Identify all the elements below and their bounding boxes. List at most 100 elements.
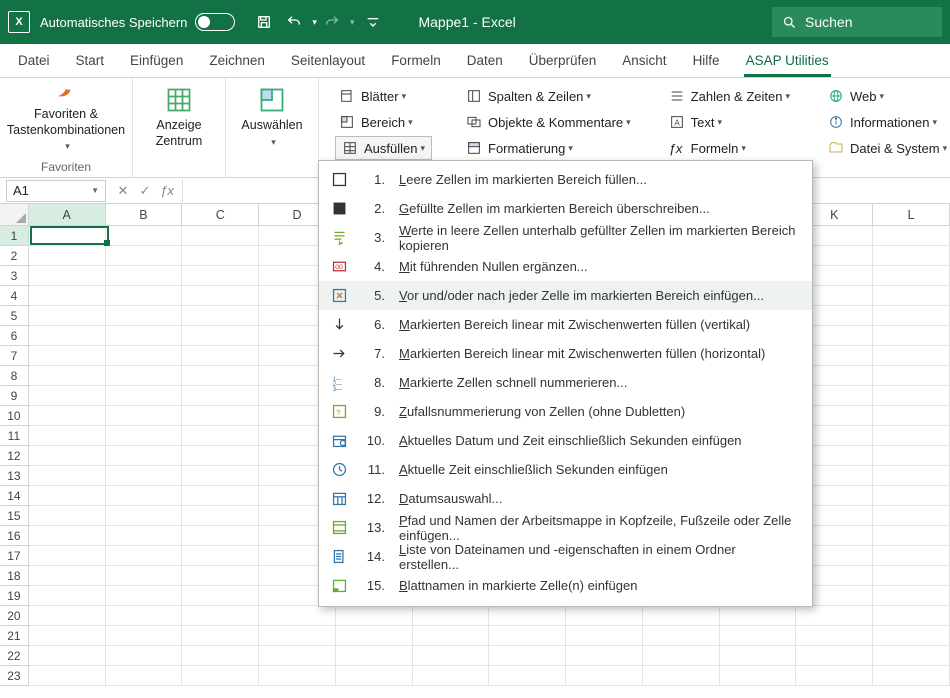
cell[interactable] bbox=[566, 606, 643, 626]
cell[interactable] bbox=[489, 626, 566, 646]
cell[interactable] bbox=[259, 606, 336, 626]
datei-system-button[interactable]: Datei & System▾ bbox=[824, 136, 950, 160]
cell[interactable] bbox=[29, 246, 106, 266]
menu-item-3[interactable]: 3.Werte in leere Zellen unterhalb gefüll… bbox=[319, 223, 812, 252]
tab-start[interactable]: Start bbox=[64, 45, 117, 77]
cell[interactable] bbox=[106, 466, 183, 486]
cell[interactable] bbox=[873, 646, 950, 666]
cell[interactable] bbox=[182, 526, 259, 546]
formeln-button[interactable]: ƒxFormeln▾ bbox=[665, 136, 794, 160]
cell[interactable] bbox=[29, 606, 106, 626]
search-box[interactable]: Suchen bbox=[772, 7, 942, 37]
cell[interactable] bbox=[29, 526, 106, 546]
cell[interactable] bbox=[873, 326, 950, 346]
tab-zeichnen[interactable]: Zeichnen bbox=[197, 45, 277, 77]
row-header[interactable]: 11 bbox=[0, 426, 29, 446]
cell[interactable] bbox=[106, 566, 183, 586]
objekte-kommentare-button[interactable]: Objekte & Kommentare▾ bbox=[462, 110, 635, 134]
row-header[interactable]: 10 bbox=[0, 406, 29, 426]
row-header[interactable]: 1 bbox=[0, 226, 29, 246]
cell[interactable] bbox=[259, 646, 336, 666]
cell[interactable] bbox=[182, 446, 259, 466]
cell[interactable] bbox=[106, 366, 183, 386]
cell[interactable] bbox=[29, 426, 106, 446]
menu-item-5[interactable]: 5.Vor und/oder nach jeder Zelle im marki… bbox=[319, 281, 812, 310]
cell[interactable] bbox=[182, 286, 259, 306]
cell[interactable] bbox=[106, 306, 183, 326]
menu-item-6[interactable]: 6.Markierten Bereich linear mit Zwischen… bbox=[319, 310, 812, 339]
cell[interactable] bbox=[182, 586, 259, 606]
tab-hilfe[interactable]: Hilfe bbox=[681, 45, 732, 77]
web-button[interactable]: Web▾ bbox=[824, 84, 950, 108]
cell[interactable] bbox=[182, 346, 259, 366]
cell[interactable] bbox=[873, 526, 950, 546]
cell[interactable] bbox=[873, 486, 950, 506]
cell[interactable] bbox=[29, 646, 106, 666]
menu-item-2[interactable]: 2.Gefüllte Zellen im markierten Bereich … bbox=[319, 194, 812, 223]
cell[interactable] bbox=[182, 226, 259, 246]
cell[interactable] bbox=[720, 646, 797, 666]
cell[interactable] bbox=[29, 586, 106, 606]
cell[interactable] bbox=[643, 666, 720, 686]
tab-datei[interactable]: Datei bbox=[6, 45, 62, 77]
row-header[interactable]: 19 bbox=[0, 586, 29, 606]
cell[interactable] bbox=[29, 546, 106, 566]
name-box[interactable]: A1▼ bbox=[6, 180, 106, 202]
insert-function-button[interactable]: ƒx bbox=[156, 183, 178, 198]
cell[interactable] bbox=[336, 666, 413, 686]
ausfuellen-button[interactable]: Ausfüllen▾ bbox=[335, 136, 432, 160]
cell[interactable] bbox=[106, 346, 183, 366]
cell[interactable] bbox=[182, 246, 259, 266]
cell[interactable] bbox=[873, 446, 950, 466]
cell[interactable] bbox=[873, 346, 950, 366]
undo-dropdown[interactable]: ▾ bbox=[312, 17, 317, 28]
cell[interactable] bbox=[336, 626, 413, 646]
menu-item-12[interactable]: 12.Datumsauswahl... bbox=[319, 484, 812, 513]
cell[interactable] bbox=[29, 666, 106, 686]
cell[interactable] bbox=[29, 466, 106, 486]
cell[interactable] bbox=[106, 506, 183, 526]
cell[interactable] bbox=[182, 366, 259, 386]
cell[interactable] bbox=[873, 266, 950, 286]
cell[interactable] bbox=[566, 666, 643, 686]
cell[interactable] bbox=[336, 646, 413, 666]
cell[interactable] bbox=[106, 646, 183, 666]
cell[interactable] bbox=[106, 666, 183, 686]
menu-item-10[interactable]: 10.Aktuelles Datum und Zeit einschließli… bbox=[319, 426, 812, 455]
cell[interactable] bbox=[106, 426, 183, 446]
cell[interactable] bbox=[182, 486, 259, 506]
tab-einfuegen[interactable]: Einfügen bbox=[118, 45, 195, 77]
autosave-toggle[interactable] bbox=[195, 13, 235, 31]
cell[interactable] bbox=[182, 566, 259, 586]
cancel-formula-button[interactable]: ✕ bbox=[112, 183, 134, 199]
tab-formeln[interactable]: Formeln bbox=[379, 45, 453, 77]
cell[interactable] bbox=[182, 306, 259, 326]
row-header[interactable]: 6 bbox=[0, 326, 29, 346]
row-header[interactable]: 12 bbox=[0, 446, 29, 466]
cell[interactable] bbox=[106, 246, 183, 266]
row-header[interactable]: 14 bbox=[0, 486, 29, 506]
menu-item-4[interactable]: 004.Mit führenden Nullen ergänzen... bbox=[319, 252, 812, 281]
cell[interactable] bbox=[182, 506, 259, 526]
cell[interactable] bbox=[106, 626, 183, 646]
row-header[interactable]: 13 bbox=[0, 466, 29, 486]
cell[interactable] bbox=[29, 626, 106, 646]
row-header[interactable]: 4 bbox=[0, 286, 29, 306]
row-header[interactable]: 17 bbox=[0, 546, 29, 566]
cell[interactable] bbox=[106, 526, 183, 546]
cell[interactable] bbox=[720, 626, 797, 646]
row-header[interactable]: 5 bbox=[0, 306, 29, 326]
cell[interactable] bbox=[29, 266, 106, 286]
cell[interactable] bbox=[182, 546, 259, 566]
cell[interactable] bbox=[106, 606, 183, 626]
cell[interactable] bbox=[29, 486, 106, 506]
cell[interactable] bbox=[259, 626, 336, 646]
row-header[interactable]: 20 bbox=[0, 606, 29, 626]
cell[interactable] bbox=[873, 506, 950, 526]
menu-item-8[interactable]: 1—2—3—8.Markierte Zellen schnell nummeri… bbox=[319, 368, 812, 397]
menu-item-9[interactable]: ?9.Zufallsnummerierung von Zellen (ohne … bbox=[319, 397, 812, 426]
cell[interactable] bbox=[796, 626, 873, 646]
cell[interactable] bbox=[29, 286, 106, 306]
row-header[interactable]: 15 bbox=[0, 506, 29, 526]
cell[interactable] bbox=[182, 266, 259, 286]
